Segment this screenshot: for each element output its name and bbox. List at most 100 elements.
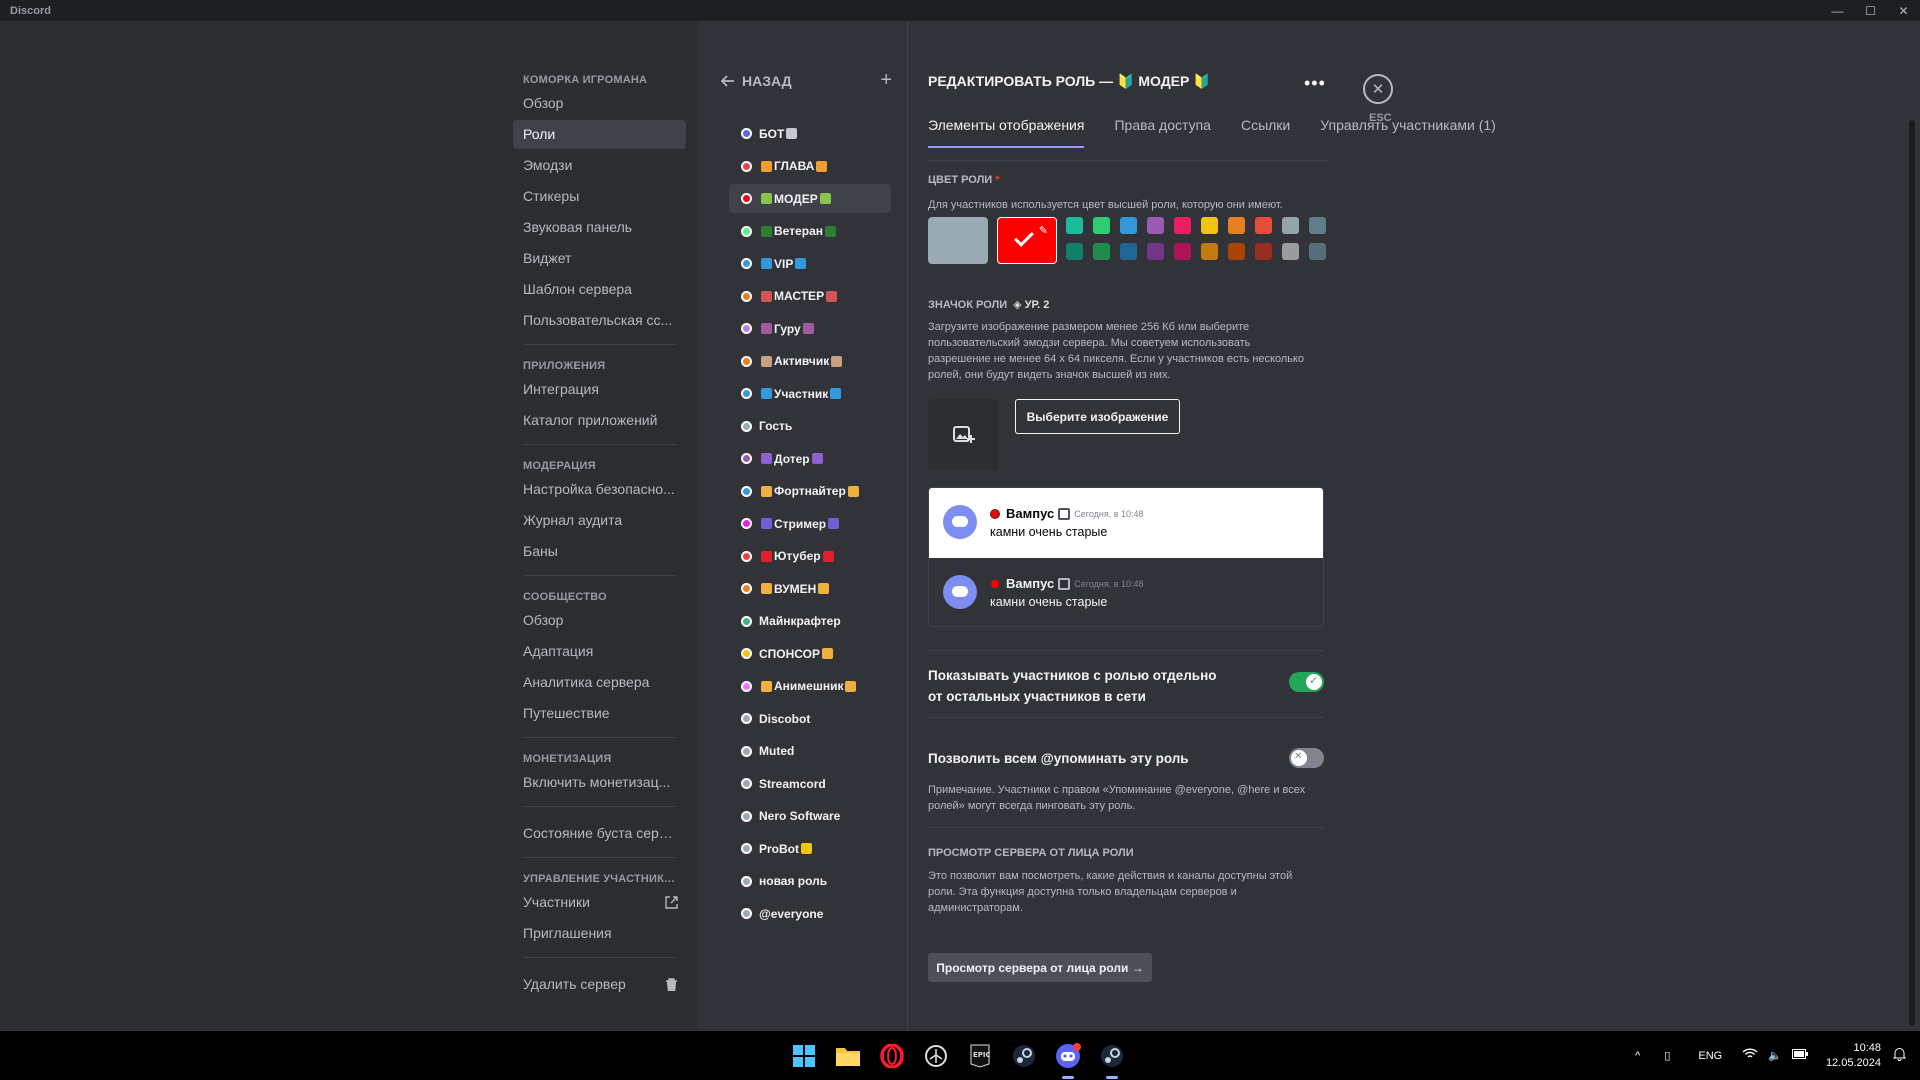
mention-toggle[interactable] — [1289, 748, 1324, 768]
opera-icon[interactable] — [878, 1042, 906, 1070]
sidebar-item[interactable]: Приглашения — [513, 919, 686, 948]
steam-icon[interactable] — [1010, 1042, 1038, 1070]
tab[interactable]: Элементы отображения — [928, 117, 1085, 148]
color-swatch[interactable] — [1201, 217, 1218, 234]
sidebar-item[interactable]: Роли — [513, 120, 686, 149]
color-swatch[interactable] — [1066, 243, 1083, 260]
role-item[interactable]: МОДЕР — [729, 184, 891, 213]
role-item[interactable]: @everyone — [729, 899, 891, 928]
windows-start-icon[interactable] — [790, 1042, 818, 1070]
role-item[interactable]: Фортнайтер — [729, 477, 891, 506]
sidebar-item[interactable]: Интеграция — [513, 375, 686, 404]
sidebar-item[interactable]: Обзор — [513, 89, 686, 118]
sidebar-item[interactable]: Стикеры — [513, 182, 686, 211]
role-item[interactable]: новая роль — [729, 867, 891, 896]
role-item[interactable]: Анимешник — [729, 672, 891, 701]
custom-color-swatch[interactable]: ✎ — [997, 217, 1057, 264]
color-swatch[interactable] — [1228, 243, 1245, 260]
notification-bell-icon[interactable] — [1892, 1047, 1907, 1064]
close-window-icon[interactable]: ✕ — [1887, 0, 1920, 21]
sidebar-item[interactable]: Баны — [513, 537, 686, 566]
color-swatch[interactable] — [1255, 243, 1272, 260]
minimize-icon[interactable]: — — [1821, 0, 1854, 21]
color-swatch[interactable] — [1255, 217, 1272, 234]
role-item[interactable]: ProBot — [729, 834, 891, 863]
wifi-icon[interactable] — [1742, 1048, 1758, 1063]
hoist-toggle[interactable] — [1289, 672, 1324, 692]
color-swatch[interactable] — [1309, 217, 1326, 234]
color-swatch[interactable] — [1174, 217, 1191, 234]
sidebar-item[interactable]: Журнал аудита — [513, 506, 686, 535]
more-options-icon[interactable]: ••• — [1304, 73, 1326, 94]
file-explorer-icon[interactable] — [834, 1042, 862, 1070]
color-swatch[interactable] — [1228, 217, 1245, 234]
tab[interactable]: Права доступа — [1114, 117, 1210, 148]
color-swatch[interactable] — [1093, 243, 1110, 260]
sidebar-item[interactable]: Включить монетизац... — [513, 768, 686, 797]
close-settings-button[interactable]: ✕ — [1363, 74, 1393, 104]
sidebar-item[interactable]: Адаптация — [513, 637, 686, 666]
sidebar-item[interactable]: Путешествие — [513, 699, 686, 728]
color-swatch[interactable] — [1147, 217, 1164, 234]
choose-image-button[interactable]: Выберите изображение — [1015, 399, 1180, 434]
role-item[interactable]: Майнкрафтер — [729, 607, 891, 636]
role-item[interactable]: Участник — [729, 379, 891, 408]
role-item[interactable]: Гость — [729, 412, 891, 441]
role-item[interactable]: Discobot — [729, 704, 891, 733]
sidebar-item[interactable]: Обзор — [513, 606, 686, 635]
role-item[interactable]: СПОНСОР — [729, 639, 891, 668]
battery-icon[interactable] — [1791, 1049, 1808, 1062]
discord-icon[interactable] — [1054, 1042, 1082, 1079]
role-item[interactable]: Streamcord — [729, 769, 891, 798]
role-item[interactable]: Гуру — [729, 314, 891, 343]
color-swatch[interactable] — [1282, 217, 1299, 234]
sidebar-item[interactable]: Шаблон сервера — [513, 275, 686, 304]
role-item[interactable]: Ютубер — [729, 542, 891, 571]
battery-indicator-icon[interactable]: ▯ — [1664, 1049, 1670, 1062]
role-item[interactable]: Ветеран — [729, 217, 891, 246]
sidebar-item[interactable]: Эмодзи — [513, 151, 686, 180]
steam-icon-2[interactable] — [1098, 1042, 1126, 1079]
sidebar-item[interactable]: Удалить сервер — [513, 970, 686, 999]
color-swatch[interactable] — [1093, 217, 1110, 234]
clock[interactable]: 10:48 12.05.2024 — [1826, 1041, 1881, 1071]
color-swatch[interactable] — [1147, 243, 1164, 260]
language-indicator[interactable]: ENG — [1698, 1050, 1722, 1062]
color-swatch[interactable] — [1120, 243, 1137, 260]
role-item[interactable]: VIP — [729, 249, 891, 278]
role-item[interactable]: ВУМЕН — [729, 574, 891, 603]
scrollbar[interactable] — [1909, 120, 1915, 1026]
color-swatch[interactable] — [1309, 243, 1326, 260]
sidebar-item[interactable]: Каталог приложений — [513, 406, 686, 435]
sidebar-item[interactable]: Настройка безопасно... — [513, 475, 686, 504]
sidebar-item[interactable]: Звуковая панель — [513, 213, 686, 242]
chevron-up-icon[interactable]: ^ — [1635, 1050, 1640, 1062]
back-button[interactable]: НАЗАД — [742, 73, 792, 89]
role-item[interactable]: Дотер — [729, 444, 891, 473]
view-as-role-button[interactable]: Просмотр сервера от лица роли → — [928, 953, 1152, 982]
epic-games-icon[interactable]: EPIC — [966, 1042, 994, 1070]
role-item[interactable]: Muted — [729, 737, 891, 766]
default-color-swatch[interactable] — [928, 217, 988, 264]
maximize-icon[interactable]: ☐ — [1854, 0, 1887, 21]
color-swatch[interactable] — [1282, 243, 1299, 260]
role-item[interactable]: БОТ — [729, 119, 891, 148]
role-item[interactable]: Nero Software — [729, 802, 891, 831]
color-swatch[interactable] — [1201, 243, 1218, 260]
role-item[interactable]: МАСТЕР — [729, 282, 891, 311]
color-swatch[interactable] — [1174, 243, 1191, 260]
color-swatch[interactable] — [1120, 217, 1137, 234]
unity-icon[interactable] — [922, 1042, 950, 1070]
role-item[interactable]: Активчик — [729, 347, 891, 376]
color-swatch[interactable] — [1066, 217, 1083, 234]
sidebar-item[interactable]: Состояние буста сервера — [513, 819, 686, 848]
sidebar-item[interactable]: Пользовательская сс... — [513, 306, 686, 335]
tab[interactable]: Ссылки — [1241, 117, 1290, 148]
role-item[interactable]: Стример — [729, 509, 891, 538]
sidebar-item[interactable]: Виджет — [513, 244, 686, 273]
create-role-icon[interactable]: + — [880, 69, 892, 92]
back-arrow-icon[interactable] — [720, 73, 736, 89]
sidebar-item[interactable]: Аналитика сервера — [513, 668, 686, 697]
role-icon-upload[interactable] — [928, 399, 999, 470]
role-item[interactable]: ГЛАВА — [729, 152, 891, 181]
